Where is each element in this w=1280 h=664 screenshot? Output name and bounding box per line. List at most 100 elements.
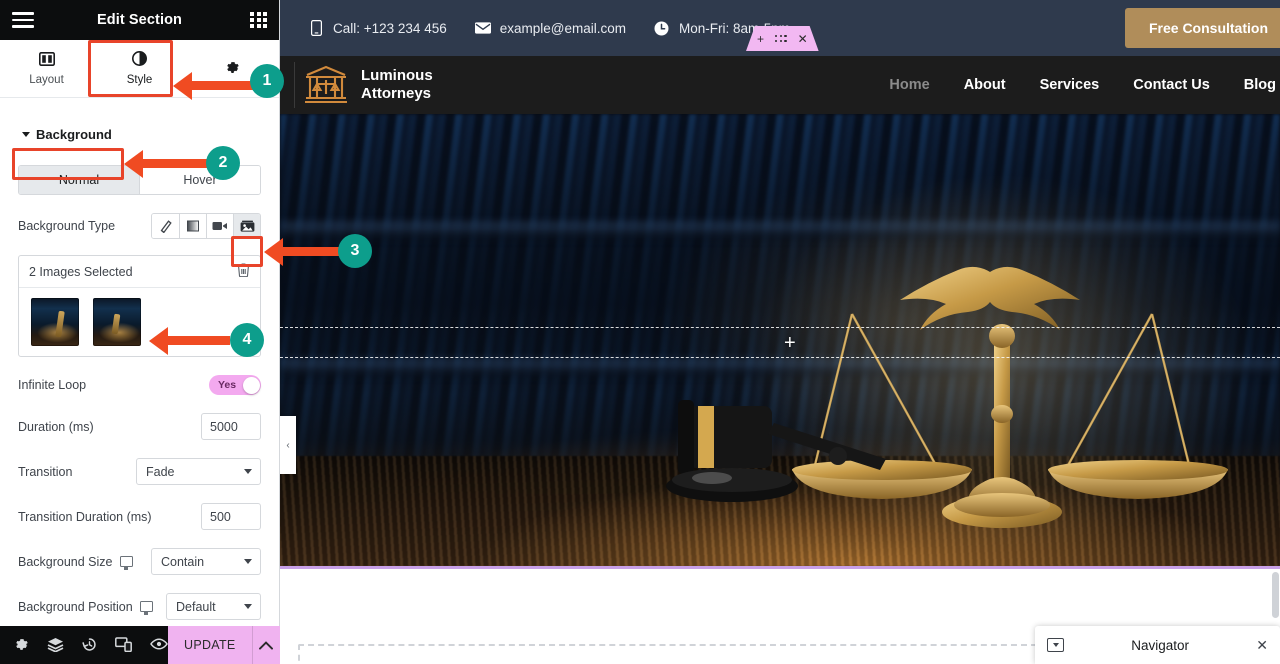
hamburger-icon[interactable] — [12, 12, 34, 28]
chevron-down-icon — [244, 469, 252, 474]
update-button[interactable]: UPDATE — [168, 626, 252, 664]
chevron-down-icon — [244, 559, 252, 564]
nav-link-about[interactable]: About — [964, 77, 1006, 93]
infinite-loop-toggle[interactable]: Yes — [209, 375, 261, 395]
transition-row: Transition Fade — [0, 458, 279, 485]
canvas-scrollbar[interactable] — [1272, 572, 1279, 618]
classic-brush-icon[interactable] — [152, 214, 179, 238]
infinite-loop-value: Yes — [218, 379, 237, 391]
topbar-email[interactable]: example@email.com — [474, 20, 626, 36]
columns-icon — [38, 51, 55, 69]
tab-layout-label: Layout — [29, 73, 64, 86]
add-widget-plus-icon[interactable]: + — [784, 333, 796, 353]
image-thumbnail[interactable] — [31, 298, 79, 346]
step-badge-1: 1 — [250, 64, 284, 98]
transition-duration-label: Transition Duration (ms) — [18, 509, 152, 524]
gear-icon — [225, 60, 240, 78]
duration-row: Duration (ms) — [0, 413, 279, 440]
tab-layout[interactable]: Layout — [0, 40, 93, 97]
apps-grid-icon[interactable] — [250, 11, 267, 29]
responsive-mode-icon[interactable] — [115, 636, 132, 654]
desktop-icon[interactable] — [139, 601, 153, 615]
selected-images-thumbnails — [19, 288, 260, 356]
site-navbar: Luminous Attorneys Home About Services C… — [280, 56, 1280, 114]
nav-link-blog[interactable]: Blog — [1244, 77, 1276, 93]
slideshow-image-icon[interactable] — [233, 214, 260, 238]
chevron-down-icon — [22, 132, 30, 137]
background-position-text: Background Position — [18, 599, 133, 614]
infinite-loop-label: Infinite Loop — [18, 378, 87, 392]
transition-label: Transition — [18, 464, 73, 479]
video-camera-icon[interactable] — [206, 214, 233, 238]
background-position-row: Background Position Default — [0, 593, 279, 620]
section-handle-toolbar: + ✕ — [746, 26, 819, 51]
courthouse-scales-icon — [303, 64, 349, 106]
background-position-select[interactable]: Default — [166, 593, 261, 620]
panel-header: Edit Section — [0, 0, 279, 40]
infinite-loop-row: Infinite Loop Yes — [0, 375, 279, 395]
state-tab-hover[interactable]: Hover — [139, 166, 260, 194]
column-guide-bottom — [280, 357, 1280, 358]
background-position-label: Background Position — [18, 599, 166, 615]
background-size-label: Background Size — [18, 554, 151, 570]
background-size-select[interactable]: Contain — [151, 548, 261, 575]
background-size-text: Background Size — [18, 554, 113, 569]
background-type-row: Background Type — [0, 213, 279, 239]
gradient-icon[interactable] — [179, 214, 206, 238]
envelope-icon — [474, 22, 491, 34]
desktop-icon[interactable] — [119, 556, 133, 570]
selected-images-header: 2 Images Selected — [19, 256, 260, 288]
preview-eye-icon[interactable] — [150, 638, 168, 652]
layers-icon[interactable] — [47, 637, 64, 654]
dock-dropdown-icon[interactable] — [1047, 638, 1064, 652]
plus-icon[interactable]: + — [757, 33, 764, 45]
logo-line-1: Luminous — [361, 67, 433, 85]
phone-icon — [308, 20, 324, 36]
panel-footer-icons — [0, 636, 168, 654]
background-type-buttons — [151, 213, 261, 239]
nav-link-home[interactable]: Home — [889, 77, 929, 93]
close-icon[interactable]: ✕ — [1256, 637, 1268, 654]
duration-label: Duration (ms) — [18, 419, 94, 434]
navigator-panel: Navigator ✕ — [1035, 626, 1280, 664]
step-badge-2: 2 — [206, 146, 240, 180]
gear-icon[interactable] — [14, 637, 29, 654]
transition-select[interactable]: Fade — [136, 458, 261, 485]
trash-icon[interactable] — [237, 263, 250, 280]
image-thumbnail[interactable] — [93, 298, 141, 346]
topbar-phone-text: Call: +123 234 456 — [333, 20, 447, 36]
transition-duration-input[interactable] — [201, 503, 261, 530]
nav-link-contact-us[interactable]: Contact Us — [1133, 77, 1210, 93]
background-type-label: Background Type — [18, 219, 116, 233]
state-tab-normal[interactable]: Normal — [19, 166, 139, 194]
duration-input[interactable] — [201, 413, 261, 440]
free-consultation-button[interactable]: Free Consultation — [1124, 8, 1280, 48]
site-logo[interactable]: Luminous Attorneys — [294, 62, 433, 108]
transition-duration-row: Transition Duration (ms) — [0, 503, 279, 530]
background-size-row: Background Size Contain — [0, 548, 279, 575]
site-logo-text: Luminous Attorneys — [361, 67, 433, 102]
step-badge-3: 3 — [338, 234, 372, 268]
site-nav-links: Home About Services Contact Us Blog — [889, 77, 1280, 93]
column-guide-top — [280, 327, 1280, 328]
background-size-value: Contain — [161, 554, 205, 569]
history-icon[interactable] — [82, 637, 97, 654]
background-accordion-header[interactable]: Background — [12, 120, 267, 149]
topbar-phone[interactable]: Call: +123 234 456 — [308, 20, 447, 36]
nav-link-services[interactable]: Services — [1040, 77, 1100, 93]
logo-line-2: Attorneys — [361, 85, 432, 102]
selected-images-count: 2 Images Selected — [29, 264, 133, 279]
panel-footer: UPDATE — [0, 626, 280, 664]
panel-collapse-toggle[interactable]: ‹ — [280, 416, 296, 474]
clock-icon — [654, 21, 670, 36]
step-badge-4: 4 — [230, 323, 264, 357]
drag-dots-icon[interactable] — [775, 35, 787, 42]
background-accordion-label: Background — [36, 127, 112, 142]
scales-of-justice-graphic — [666, 174, 1252, 554]
close-icon[interactable]: ✕ — [798, 33, 808, 45]
chevron-down-icon — [244, 604, 252, 609]
topbar-email-text: example@email.com — [499, 20, 626, 36]
panel-title: Edit Section — [97, 12, 182, 28]
chevron-up-icon[interactable] — [251, 626, 280, 664]
hero-section[interactable]: + ‹ — [280, 114, 1280, 569]
